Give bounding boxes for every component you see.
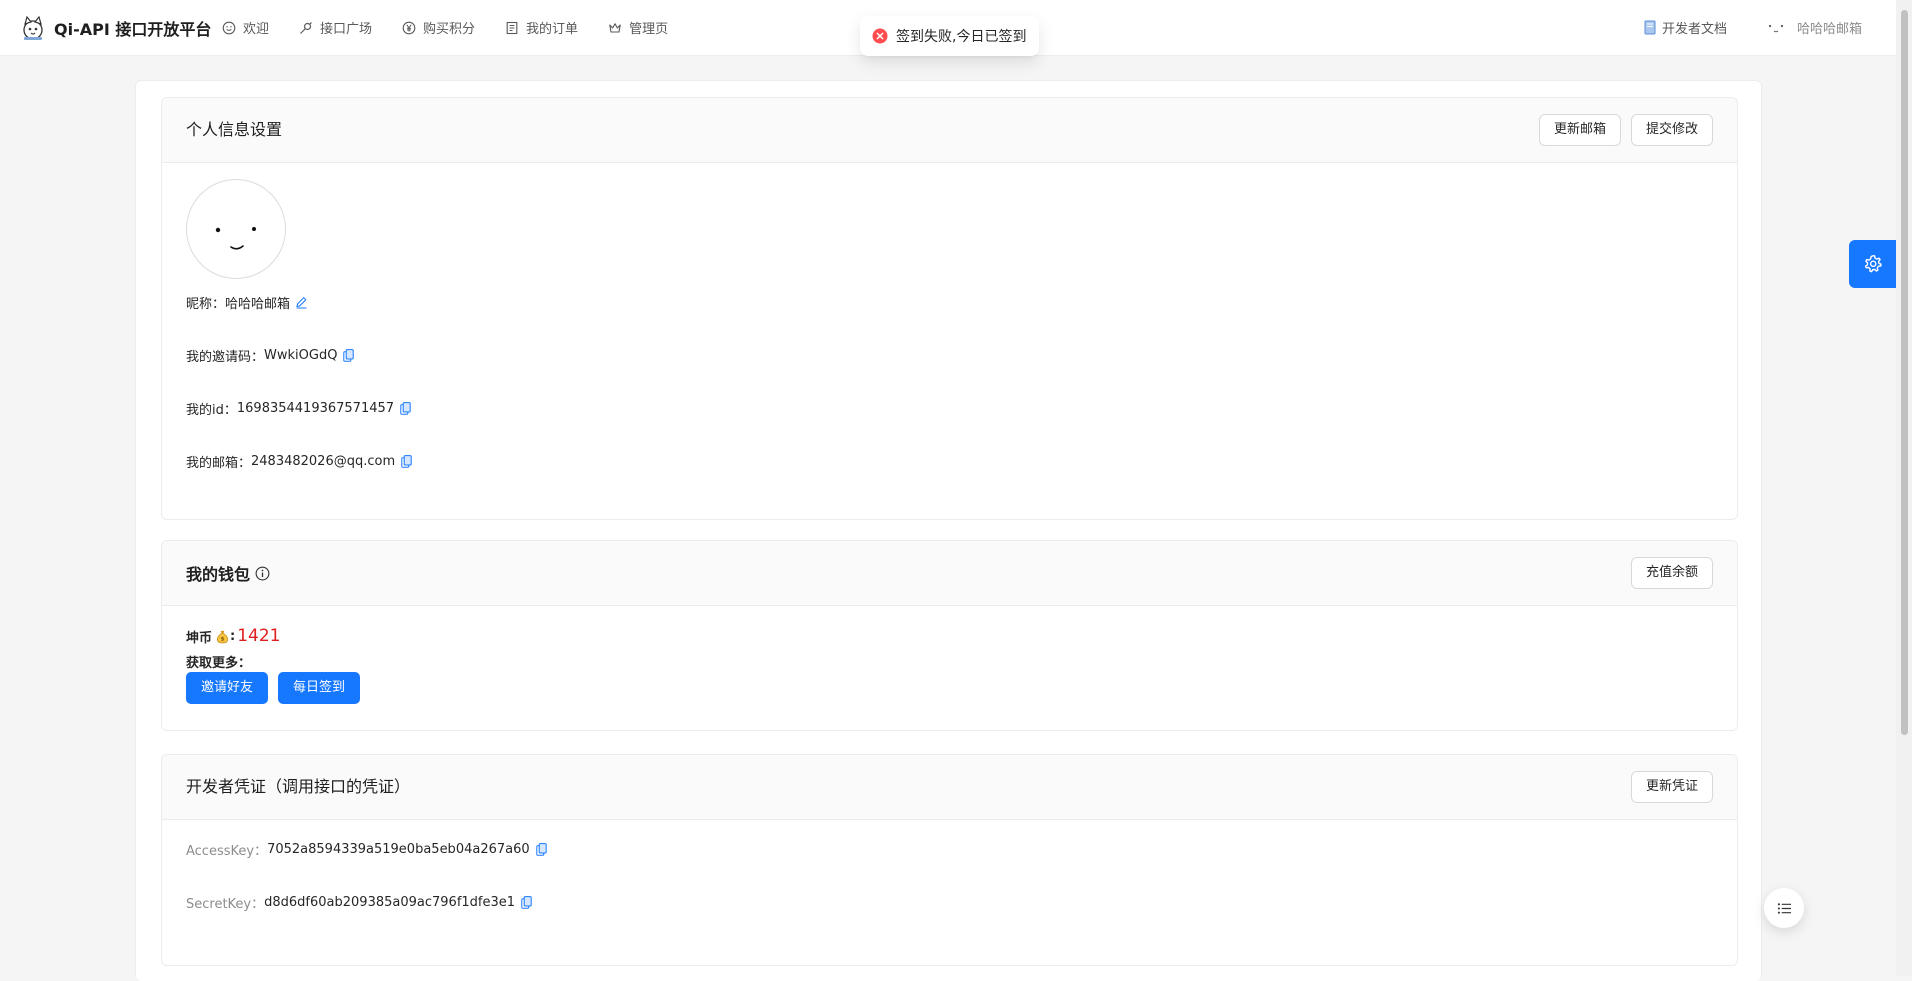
nickname-value: 哈哈哈邮箱 <box>225 297 291 312</box>
update-email-button[interactable]: 更新邮箱 <box>1538 114 1621 146</box>
wallet-title-text: 我的钱包 <box>186 565 251 584</box>
user-id-value: 1698354419367571457 <box>236 401 395 416</box>
scrollbar-thumb[interactable] <box>1901 10 1908 735</box>
wallet-card-header: 我的钱包 充值余额 <box>162 541 1737 606</box>
nav-label: 接口广场 <box>320 22 373 37</box>
user-id-row: 我的id： 1698354419367571457 <box>186 399 411 418</box>
copy-icon[interactable] <box>535 843 547 856</box>
coin-balance: 坤币 $ : 1421 <box>186 626 280 646</box>
profile-card-header: 个人信息设置 更新邮箱 提交修改 <box>162 98 1737 163</box>
copy-icon[interactable] <box>400 402 411 415</box>
coin-colon: : <box>230 628 236 644</box>
nav-item-buy-points[interactable]: 购买积分 <box>402 18 475 37</box>
settings-drawer-button[interactable] <box>1849 240 1897 288</box>
secret-key-row: SecretKey： d8d6df60ab209385a09ac796f1dfe… <box>186 893 532 912</box>
username: 哈哈哈邮箱 <box>1796 22 1862 37</box>
invite-code-value: WwkiOGdQ <box>264 348 338 363</box>
svg-text:$: $ <box>221 636 225 642</box>
profile-actions: 更新邮箱 提交修改 <box>1529 114 1713 146</box>
email-value: 2483482026@qq.com <box>251 454 396 469</box>
secret-key-value: d8d6df60ab209385a09ac796f1dfe3e1 <box>264 895 516 910</box>
profile-card-title: 个人信息设置 <box>186 120 283 139</box>
brand[interactable]: Qi-API 接口开放平台 <box>20 14 211 42</box>
submit-changes-button[interactable]: 提交修改 <box>1630 114 1713 146</box>
nickname-label: 昵称： <box>186 297 226 312</box>
wallet-card: 我的钱包 充值余额 坤币 $ : 1421 获取更多： 邀请好友 每日签到 <box>161 540 1738 731</box>
info-icon[interactable] <box>255 566 270 581</box>
email-label: 我的邮箱： <box>186 456 252 471</box>
access-key-label: AccessKey： <box>186 844 268 859</box>
close-circle-icon <box>872 28 888 44</box>
top-right-area: 开发者文档 哈哈哈邮箱 <box>1644 0 1862 55</box>
credentials-card-title: 开发者凭证（调用接口的凭证） <box>186 777 411 796</box>
face-icon <box>215 227 256 250</box>
error-toast: 签到失败,今日已签到 <box>860 16 1040 56</box>
money-bag-icon: $ <box>217 630 229 643</box>
daily-signin-button[interactable]: 每日签到 <box>278 672 361 704</box>
email-row: 我的邮箱： 2483482026@qq.com <box>186 452 412 471</box>
avatar-small-icon <box>1768 24 1784 32</box>
logo-icon <box>23 15 43 40</box>
developer-docs-link[interactable]: 开发者文档 <box>1644 18 1727 37</box>
access-key-value: 7052a8594339a519e0ba5eb04a267a60 <box>267 842 530 857</box>
user-menu[interactable]: 哈哈哈邮箱 <box>1767 18 1862 37</box>
app-title: Qi-API 接口开放平台 <box>54 20 212 39</box>
copy-icon[interactable] <box>521 896 532 909</box>
credentials-card-header: 开发者凭证（调用接口的凭证） 更新凭证 <box>162 755 1737 820</box>
secret-key-label: SecretKey： <box>186 897 265 912</box>
credentials-card: 开发者凭证（调用接口的凭证） 更新凭证 AccessKey： 7052a8594… <box>161 754 1738 966</box>
nav-item-api-square[interactable]: 接口广场 <box>299 18 372 37</box>
invite-code-label: 我的邀请码： <box>186 350 265 365</box>
user-id-label: 我的id： <box>186 403 237 418</box>
crown-icon <box>609 22 621 33</box>
coin-label: 坤币 <box>186 630 213 646</box>
main-nav: 欢迎 接口广场 购买积分 我的订单 管理页 <box>222 0 698 55</box>
docs-label: 开发者文档 <box>1661 22 1727 37</box>
page-scrollbar[interactable] <box>1896 0 1912 976</box>
wallet-card-title: 我的钱包 <box>186 541 270 605</box>
nav-label: 我的订单 <box>526 22 579 37</box>
update-credentials-button[interactable]: 更新凭证 <box>1630 771 1713 803</box>
invite-code-row: 我的邀请码： WwkiOGdQ <box>186 346 355 365</box>
coin-value: 1421 <box>237 626 281 646</box>
nav-label: 欢迎 <box>243 22 270 37</box>
main-content: 个人信息设置 更新邮箱 提交修改 昵称： 哈哈哈邮箱 我的邀请码： WwkiOG… <box>135 80 1762 981</box>
avatar[interactable] <box>186 179 286 279</box>
smile-icon <box>222 21 236 34</box>
earn-buttons: 邀请好友 每日签到 <box>186 672 370 704</box>
credentials-actions: 更新凭证 <box>1621 771 1713 803</box>
doc-icon <box>1644 20 1656 35</box>
nav-item-welcome[interactable]: 欢迎 <box>222 18 269 37</box>
edit-icon[interactable] <box>295 296 308 309</box>
access-key-row: AccessKey： 7052a8594339a519e0ba5eb04a267… <box>186 840 547 859</box>
profile-card: 个人信息设置 更新邮箱 提交修改 昵称： 哈哈哈邮箱 我的邀请码： WwkiOG… <box>161 97 1738 520</box>
nav-label: 购买积分 <box>423 22 476 37</box>
api-icon <box>300 21 312 34</box>
nickname-row: 昵称： 哈哈哈邮箱 <box>186 293 308 312</box>
invite-friends-button[interactable]: 邀请好友 <box>186 672 269 704</box>
yen-icon <box>402 21 416 34</box>
float-menu-button[interactable] <box>1764 888 1804 928</box>
order-icon <box>506 21 518 34</box>
nav-item-admin[interactable]: 管理页 <box>608 18 668 37</box>
toast-message: 签到失败,今日已签到 <box>896 29 1027 45</box>
list-icon <box>1777 902 1791 914</box>
get-more-label: 获取更多： <box>186 656 252 671</box>
recharge-button[interactable]: 充值余额 <box>1630 557 1713 589</box>
copy-icon[interactable] <box>401 455 412 468</box>
copy-icon[interactable] <box>343 349 355 362</box>
nav-item-my-orders[interactable]: 我的订单 <box>505 18 578 37</box>
nav-label: 管理页 <box>629 22 669 37</box>
gear-icon <box>1864 255 1882 273</box>
wallet-actions: 充值余额 <box>1621 557 1713 589</box>
